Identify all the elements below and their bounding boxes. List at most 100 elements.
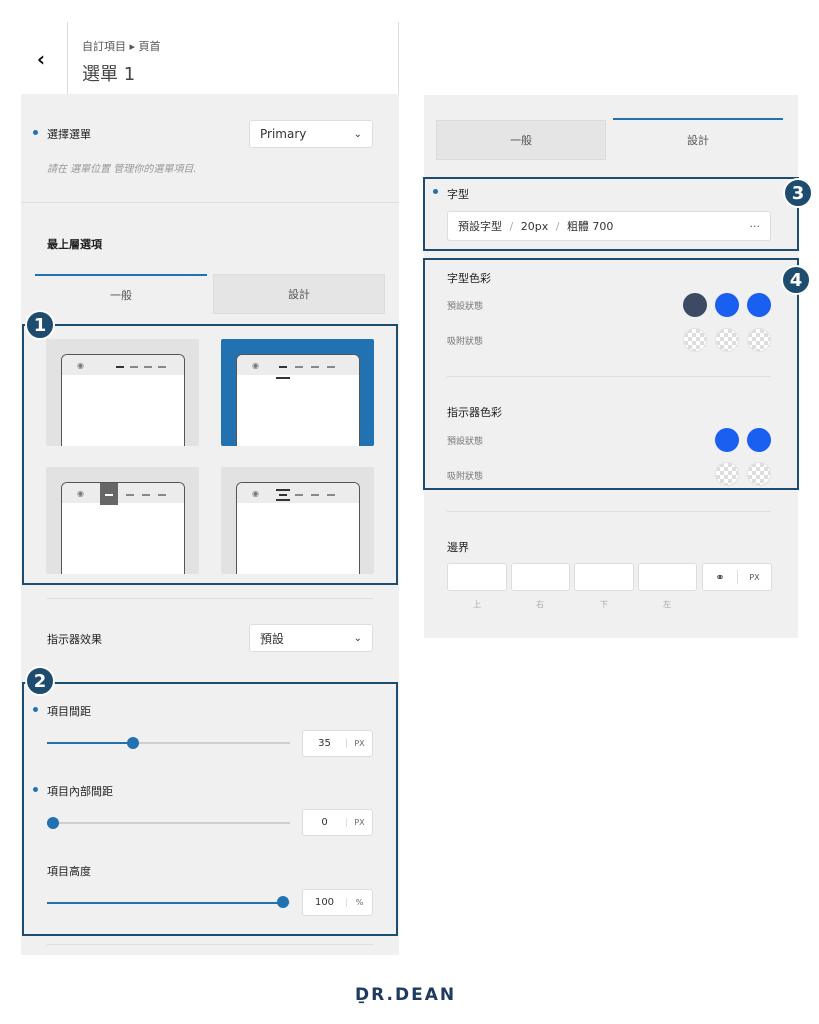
divider — [21, 202, 399, 203]
indicator-color-hover-label: 吸附狀態 — [447, 472, 484, 482]
menu-hint: 請在 選單位置 管理你的選單項目. — [47, 164, 197, 175]
header-divider — [67, 22, 68, 94]
item-height-unit[interactable]: % — [346, 898, 372, 907]
item-height-value: 100 — [314, 897, 335, 908]
border-side-label: 下 — [600, 600, 608, 609]
indicator-color-default-label: 預設狀態 — [447, 437, 484, 447]
layout-option-1[interactable]: ◉ — [46, 339, 199, 446]
item-spacing-input[interactable]: 35 PX — [302, 730, 373, 757]
layout-option-3[interactable]: ◉ — [46, 467, 199, 574]
layout-option-2[interactable]: ◉ — [221, 339, 374, 446]
font-color-default-label: 預設狀態 — [447, 302, 484, 312]
chevron-down-icon: ⌄ — [353, 632, 362, 644]
item-padding-value: 0 — [321, 817, 328, 828]
menu-select[interactable]: Primary ⌄ — [249, 120, 373, 148]
item-height-label: 項目高度 — [47, 865, 91, 878]
color-swatch[interactable] — [747, 293, 771, 317]
breadcrumb: 自訂項目 ▸ 頁首 — [82, 40, 161, 53]
transparent-swatch[interactable] — [747, 328, 771, 352]
setting-dot — [33, 130, 38, 135]
color-swatch[interactable] — [715, 293, 739, 317]
divider — [447, 511, 771, 512]
item-padding-label: 項目內部間距 — [47, 785, 113, 798]
menu-select-label: 選擇選單 — [47, 128, 91, 141]
top-level-title: 最上層選項 — [47, 238, 102, 251]
transparent-swatch[interactable] — [683, 328, 707, 352]
indicator-effect-value: 預設 — [260, 631, 285, 646]
font-label: 字型 — [447, 188, 469, 201]
border-side-label: 左 — [663, 600, 671, 609]
item-padding-handle[interactable] — [47, 817, 59, 829]
tab-design[interactable]: 設計 — [613, 118, 783, 160]
item-spacing-label: 項目間距 — [47, 705, 91, 718]
wordpress-icon: ◉ — [77, 361, 84, 370]
link-icon[interactable]: ⚭ — [703, 571, 737, 584]
wordpress-icon: ◉ — [252, 361, 259, 370]
chevron-down-icon: ⌄ — [353, 128, 362, 140]
item-spacing-unit[interactable]: PX — [346, 739, 372, 748]
border-left-input[interactable] — [638, 563, 697, 591]
font-weight: 粗體 700 — [566, 220, 614, 233]
indicator-effect-label: 指示器效果 — [47, 633, 102, 646]
color-swatch[interactable] — [715, 428, 739, 452]
logo-text: R.DEAN — [371, 985, 457, 1005]
border-right-input[interactable] — [511, 563, 570, 591]
item-padding-track[interactable] — [47, 822, 290, 824]
back-button[interactable]: ‹ — [26, 44, 56, 74]
border-side-label: 上 — [473, 600, 481, 609]
indicator-effect-select[interactable]: 預設 ⌄ — [249, 624, 373, 652]
border-top-input[interactable] — [447, 563, 507, 591]
border-bottom-input[interactable] — [574, 563, 634, 591]
setting-dot — [33, 787, 38, 792]
tab-general[interactable]: 一般 — [436, 120, 606, 160]
item-height-handle[interactable] — [277, 896, 289, 908]
border-side-label: 右 — [536, 600, 544, 609]
transparent-swatch[interactable] — [715, 462, 739, 486]
wordpress-icon: ◉ — [252, 489, 259, 498]
setting-dot — [33, 707, 38, 712]
font-size: 20px — [520, 220, 549, 233]
color-swatch[interactable] — [747, 428, 771, 452]
annotation-badge-1: 1 — [25, 310, 55, 340]
border-unit-box: ⚭ PX — [702, 563, 772, 591]
tab-design[interactable]: 設計 — [213, 274, 385, 314]
font-color-hover-label: 吸附狀態 — [447, 337, 484, 347]
tab-general[interactable]: 一般 — [35, 274, 207, 314]
font-family: 預設字型 — [458, 220, 502, 233]
logo-mark: Ḏ — [355, 985, 372, 1005]
divider — [447, 376, 771, 377]
font-summary: 預設字型 / 20px / 粗體 700 — [458, 218, 613, 234]
item-padding-unit[interactable]: PX — [346, 818, 372, 827]
item-spacing-fill — [47, 742, 133, 744]
more-icon[interactable]: ··· — [750, 220, 761, 233]
annotation-badge-3: 3 — [783, 178, 813, 208]
menu-select-value: Primary — [260, 127, 307, 141]
item-spacing-handle[interactable] — [127, 737, 139, 749]
annotation-badge-4: 4 — [781, 265, 811, 295]
item-height-fill — [47, 902, 283, 904]
page-title: 選單 1 — [82, 64, 136, 85]
chevron-left-icon: ‹ — [36, 47, 46, 71]
item-padding-input[interactable]: 0 PX — [302, 809, 373, 836]
item-height-input[interactable]: 100 % — [302, 889, 373, 916]
font-picker[interactable]: 預設字型 / 20px / 粗體 700 ··· — [447, 211, 771, 241]
logo: ḎR.DEAN — [355, 985, 456, 1005]
setting-dot — [433, 189, 438, 194]
border-label: 邊界 — [447, 541, 469, 554]
item-spacing-value: 35 — [318, 738, 331, 749]
wordpress-icon: ◉ — [77, 489, 84, 498]
annotation-badge-2: 2 — [25, 666, 55, 696]
indicator-color-label: 指示器色彩 — [447, 406, 502, 419]
transparent-swatch[interactable] — [747, 462, 771, 486]
font-color-label: 字型色彩 — [447, 272, 491, 285]
border-unit[interactable]: PX — [738, 573, 771, 582]
transparent-swatch[interactable] — [715, 328, 739, 352]
font-separator: / — [555, 220, 560, 233]
divider — [47, 944, 373, 945]
layout-option-4[interactable]: ◉ — [221, 467, 374, 574]
annotation-box-4 — [423, 258, 799, 490]
panel-header — [21, 22, 399, 94]
divider — [47, 598, 373, 599]
color-swatch[interactable] — [683, 293, 707, 317]
font-separator: / — [509, 220, 514, 233]
